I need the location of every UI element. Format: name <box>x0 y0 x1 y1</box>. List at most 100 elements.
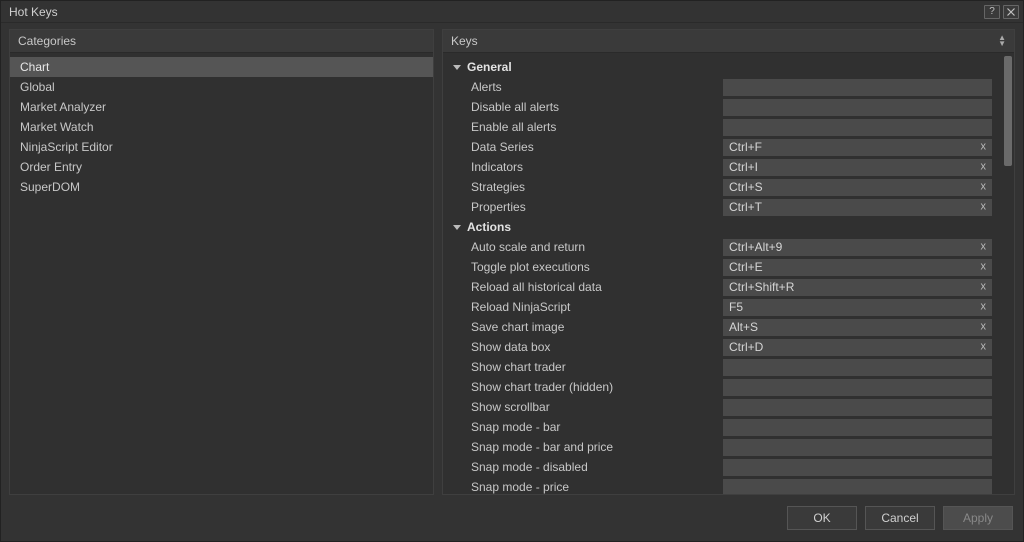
key-label: Show data box <box>471 340 715 354</box>
clear-hotkey-icon[interactable]: x <box>981 242 987 253</box>
category-item[interactable]: Market Watch <box>10 117 433 137</box>
window-title: Hot Keys <box>9 5 984 19</box>
hotkey-input[interactable]: F5 x <box>723 299 992 316</box>
category-item[interactable]: Global <box>10 77 433 97</box>
category-item[interactable]: Chart <box>10 57 433 77</box>
hotkey-value: Ctrl+Alt+9 <box>729 240 782 254</box>
clear-hotkey-icon[interactable]: x <box>981 162 987 173</box>
key-row: Snap mode - bar <box>443 417 998 437</box>
hotkey-input[interactable]: Alt+S x <box>723 319 992 336</box>
clear-hotkey-icon[interactable]: x <box>981 182 987 193</box>
ok-button[interactable]: OK <box>787 506 857 530</box>
hotkey-input[interactable] <box>723 399 992 416</box>
hotkey-value: Ctrl+Shift+R <box>729 280 794 294</box>
key-row: Properties Ctrl+T x <box>443 197 998 217</box>
titlebar-buttons: ? <box>984 5 1019 19</box>
key-label: Enable all alerts <box>471 120 715 134</box>
clear-hotkey-icon[interactable]: x <box>981 322 987 333</box>
clear-hotkey-icon[interactable]: x <box>981 342 987 353</box>
help-button[interactable]: ? <box>984 5 1000 19</box>
hotkey-input[interactable]: Ctrl+Dx <box>723 339 992 356</box>
hotkey-input[interactable]: Ctrl+T x <box>723 199 992 216</box>
clear-hotkey-icon[interactable]: x <box>981 202 987 213</box>
hotkey-value: F5 <box>729 300 743 314</box>
category-item[interactable]: NinjaScript Editor <box>10 137 433 157</box>
hotkeys-window: Hot Keys ? Categories ChartGlobalMarket … <box>0 0 1024 542</box>
hotkey-value: Ctrl+T <box>729 200 762 214</box>
keys-header: Keys ▲ ▼ <box>443 30 1014 53</box>
group-label: Actions <box>467 220 511 234</box>
group-label: General <box>467 60 512 74</box>
hotkey-input[interactable]: Ctrl+Alt+9 x <box>723 239 992 256</box>
key-row: Toggle plot executionsCtrl+Ex <box>443 257 998 277</box>
key-row: Strategies Ctrl+S x <box>443 177 998 197</box>
key-label: Properties <box>471 200 715 214</box>
dialog-body: Categories ChartGlobalMarket AnalyzerMar… <box>1 23 1023 501</box>
key-label: Strategies <box>471 180 715 194</box>
hotkey-input[interactable] <box>723 479 992 495</box>
disclosure-down-icon <box>453 223 461 231</box>
key-label: Snap mode - bar and price <box>471 440 715 454</box>
keys-panel: Keys ▲ ▼ GeneralAlertsDisable all alerts… <box>442 29 1015 495</box>
key-label: Save chart image <box>471 320 715 334</box>
clear-hotkey-icon[interactable]: x <box>981 262 987 273</box>
key-label: Reload NinjaScript <box>471 300 715 314</box>
key-row: Show scrollbar <box>443 397 998 417</box>
key-label: Show chart trader (hidden) <box>471 380 715 394</box>
category-item[interactable]: Market Analyzer <box>10 97 433 117</box>
key-label: Reload all historical data <box>471 280 715 294</box>
clear-hotkey-icon[interactable]: x <box>981 282 987 293</box>
apply-button[interactable]: Apply <box>943 506 1013 530</box>
key-row: Alerts <box>443 77 998 97</box>
hotkey-input[interactable] <box>723 359 992 376</box>
hotkey-input[interactable] <box>723 79 992 96</box>
categories-body: ChartGlobalMarket AnalyzerMarket WatchNi… <box>10 53 433 494</box>
hotkey-value: Ctrl+I <box>729 160 758 174</box>
hotkey-input[interactable] <box>723 99 992 116</box>
hotkey-input[interactable] <box>723 419 992 436</box>
categories-header: Categories <box>10 30 433 53</box>
close-icon <box>1007 8 1015 16</box>
hotkey-value: Alt+S <box>729 320 758 334</box>
hotkey-input[interactable]: Ctrl+Shift+R x <box>723 279 992 296</box>
hotkey-input[interactable] <box>723 119 992 136</box>
keys-header-stepper[interactable]: ▲ ▼ <box>998 35 1006 47</box>
hotkey-input[interactable]: Ctrl+I x <box>723 159 992 176</box>
clear-hotkey-icon[interactable]: x <box>981 142 987 153</box>
hotkey-input[interactable]: Ctrl+S x <box>723 179 992 196</box>
hotkey-value: Ctrl+S <box>729 180 763 194</box>
key-row: Data Series Ctrl+Fx <box>443 137 998 157</box>
chevron-down-icon: ▼ <box>998 41 1006 47</box>
key-row: Show data box Ctrl+Dx <box>443 337 998 357</box>
hotkey-input[interactable] <box>723 459 992 476</box>
key-label: Indicators <box>471 160 715 174</box>
help-icon: ? <box>989 6 995 17</box>
group-header[interactable]: General <box>443 57 998 77</box>
close-button[interactable] <box>1003 5 1019 19</box>
hotkey-input[interactable] <box>723 439 992 456</box>
categories-list: ChartGlobalMarket AnalyzerMarket WatchNi… <box>10 57 433 197</box>
group-header[interactable]: Actions <box>443 217 998 237</box>
category-item[interactable]: Order Entry <box>10 157 433 177</box>
cancel-button[interactable]: Cancel <box>865 506 935 530</box>
key-row: Reload all historical data Ctrl+Shift+R x <box>443 277 998 297</box>
clear-hotkey-icon[interactable]: x <box>981 302 987 313</box>
scrollbar-track[interactable] <box>1004 56 1012 488</box>
key-row: Snap mode - bar and price <box>443 437 998 457</box>
keys-content: GeneralAlertsDisable all alertsEnable al… <box>443 57 1002 494</box>
key-label: Show chart trader <box>471 360 715 374</box>
key-row: Enable all alerts <box>443 117 998 137</box>
key-label: Snap mode - disabled <box>471 460 715 474</box>
hotkey-input[interactable]: Ctrl+Fx <box>723 139 992 156</box>
hotkey-input[interactable]: Ctrl+Ex <box>723 259 992 276</box>
scrollbar-thumb[interactable] <box>1004 56 1012 166</box>
key-row: Auto scale and returnCtrl+Alt+9x <box>443 237 998 257</box>
key-row: Indicators Ctrl+I x <box>443 157 998 177</box>
key-label: Data Series <box>471 140 715 154</box>
hotkey-input[interactable] <box>723 379 992 396</box>
keys-header-label: Keys <box>451 34 478 48</box>
key-row: Show chart trader (hidden) <box>443 377 998 397</box>
key-row: Show chart trader <box>443 357 998 377</box>
key-label: Alerts <box>471 80 715 94</box>
category-item[interactable]: SuperDOM <box>10 177 433 197</box>
